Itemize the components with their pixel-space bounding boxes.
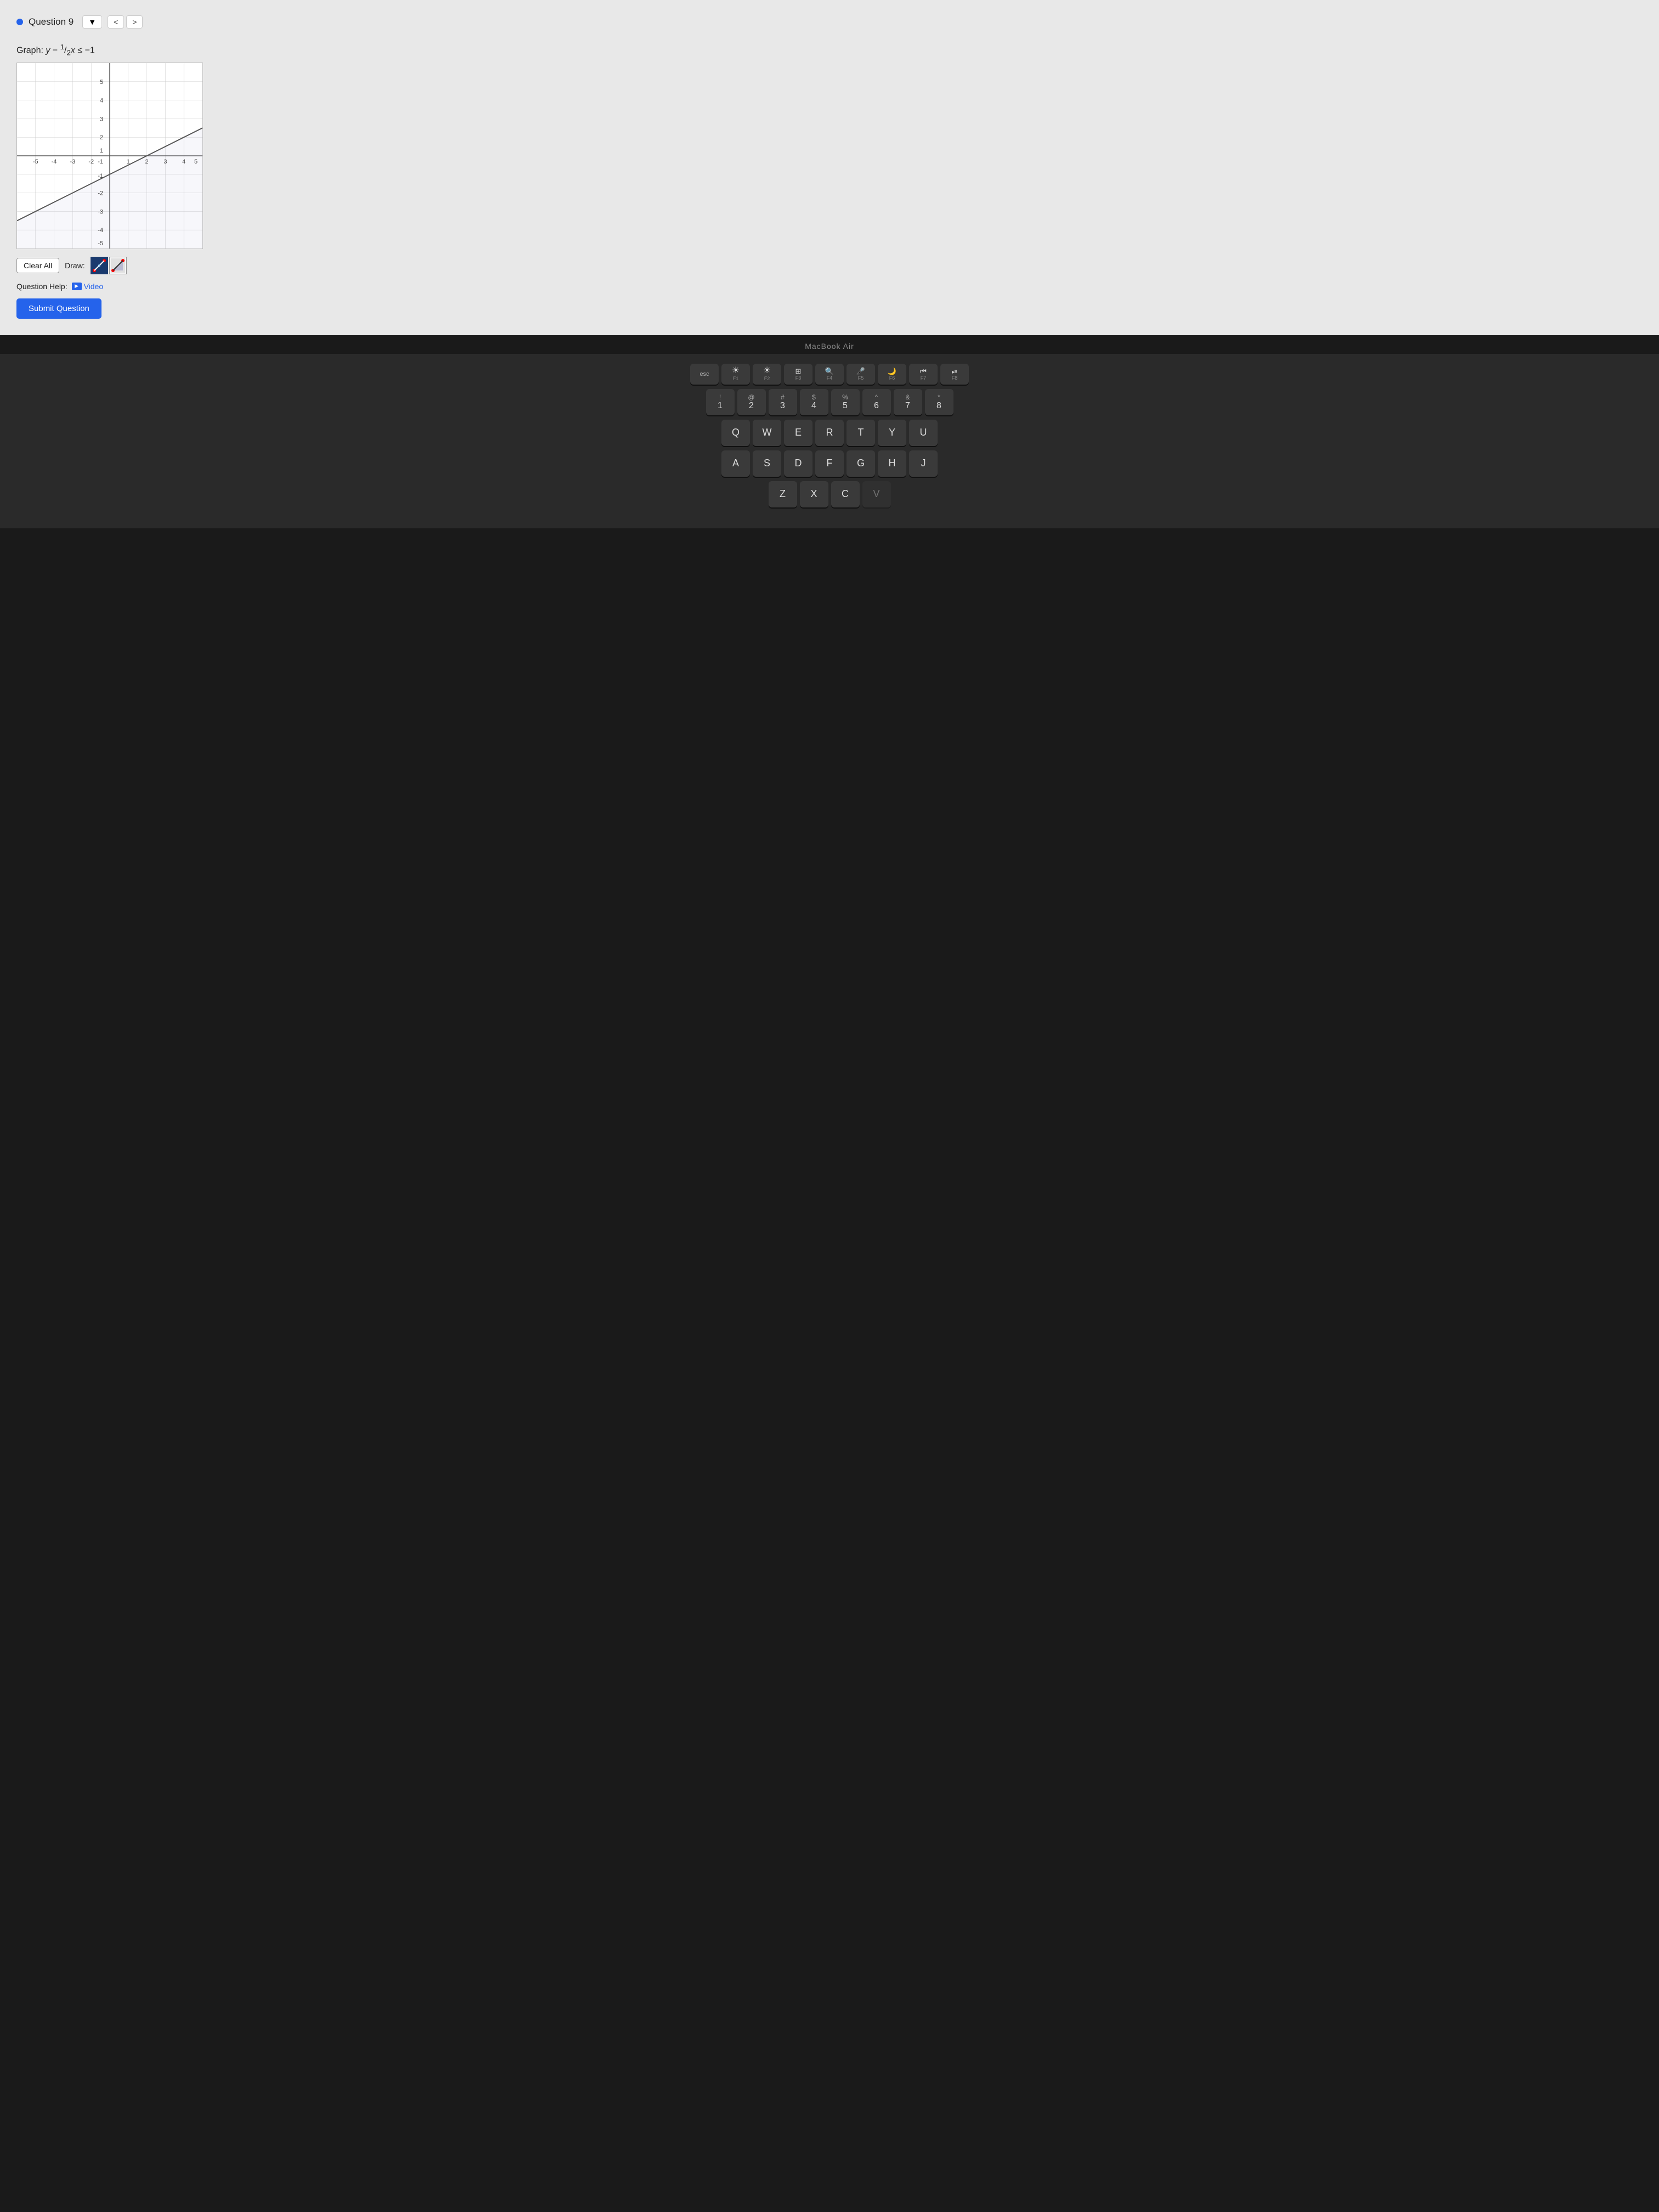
question-dropdown[interactable]: ▼ (82, 15, 102, 29)
question-nav: Question 9 ▼ < > (16, 11, 1643, 33)
key-y[interactable]: Y (878, 420, 906, 446)
key-e[interactable]: E (784, 420, 812, 446)
key-x[interactable]: X (800, 481, 828, 507)
key-5[interactable]: % 5 (831, 389, 860, 415)
graph-svg: -5 -4 -3 -2 -1 1 2 3 4 5 5 4 3 2 1 -1 -2… (17, 63, 202, 249)
screen-area: Question 9 ▼ < > Graph: y − 1/2x ≤ −1 (0, 0, 1659, 335)
svg-text:1: 1 (127, 158, 130, 165)
key-w[interactable]: W (753, 420, 781, 446)
key-q[interactable]: Q (721, 420, 750, 446)
draw-tools (91, 257, 127, 274)
key-d[interactable]: D (784, 450, 812, 477)
key-z[interactable]: Z (769, 481, 797, 507)
key-f3[interactable]: ⊞ F3 (784, 364, 812, 385)
key-1[interactable]: ! 1 (706, 389, 735, 415)
svg-text:4: 4 (100, 97, 103, 104)
video-icon: ▶ (72, 283, 82, 290)
key-f4[interactable]: 🔍 F4 (815, 364, 844, 385)
num-key-row: ! 1 @ 2 # 3 $ 4 % 5 ^ 6 & 7 * 8 (5, 389, 1654, 415)
svg-text:-2: -2 (88, 158, 94, 165)
key-f7[interactable]: ⏮ F7 (909, 364, 938, 385)
keyboard-area: esc ☀ F1 ☀ F2 ⊞ F3 🔍 F4 🎤 F5 🌙 F6 ⏮ F7 (0, 354, 1659, 528)
clear-all-button[interactable]: Clear All (16, 258, 59, 273)
svg-text:-3: -3 (98, 208, 103, 215)
svg-text:-4: -4 (52, 158, 57, 165)
key-7[interactable]: & 7 (894, 389, 922, 415)
svg-text:-3: -3 (70, 158, 76, 165)
question-dot (16, 19, 23, 25)
draw-tool-region[interactable] (109, 257, 127, 274)
svg-text:4: 4 (182, 158, 185, 165)
svg-text:-5: -5 (33, 158, 38, 165)
svg-text:-5: -5 (98, 240, 103, 247)
svg-text:2: 2 (145, 158, 149, 165)
svg-text:-1: -1 (98, 172, 103, 179)
key-f5[interactable]: 🎤 F5 (847, 364, 875, 385)
graph-container[interactable]: -5 -4 -3 -2 -1 1 2 3 4 5 5 4 3 2 1 -1 -2… (16, 63, 203, 249)
graph-instruction: Graph: y − 1/2x ≤ −1 (16, 43, 1643, 57)
key-f2[interactable]: ☀ F2 (753, 364, 781, 385)
prev-question-button[interactable]: < (108, 15, 124, 29)
svg-text:-4: -4 (98, 227, 103, 234)
svg-text:5: 5 (100, 78, 103, 85)
question-title: Question 9 (29, 16, 74, 27)
key-s[interactable]: S (753, 450, 781, 477)
key-3[interactable]: # 3 (769, 389, 797, 415)
key-g[interactable]: G (847, 450, 875, 477)
a-key-row: A S D F G H J (5, 450, 1654, 477)
key-8[interactable]: * 8 (925, 389, 953, 415)
next-question-button[interactable]: > (126, 15, 143, 29)
key-u[interactable]: U (909, 420, 938, 446)
draw-tool-line[interactable] (91, 257, 108, 274)
svg-text:-1: -1 (98, 158, 103, 165)
key-f8[interactable]: ⏯ F8 (940, 364, 969, 385)
key-6[interactable]: ^ 6 (862, 389, 891, 415)
draw-label: Draw: (65, 261, 85, 270)
key-t[interactable]: T (847, 420, 875, 446)
key-f[interactable]: F (815, 450, 844, 477)
key-f6[interactable]: 🌙 F6 (878, 364, 906, 385)
svg-text:2: 2 (100, 134, 103, 141)
key-4[interactable]: $ 4 (800, 389, 828, 415)
nav-arrows: < > (108, 15, 143, 29)
key-2[interactable]: @ 2 (737, 389, 766, 415)
key-c[interactable]: C (831, 481, 860, 507)
svg-text:5: 5 (194, 158, 198, 165)
key-f1[interactable]: ☀ F1 (721, 364, 750, 385)
key-h[interactable]: H (878, 450, 906, 477)
video-label: Video (84, 282, 104, 291)
svg-text:3: 3 (100, 116, 103, 122)
question-help: Question Help: ▶ Video (16, 282, 1643, 291)
svg-text:1: 1 (100, 148, 103, 154)
macbook-label: MacBook Air (0, 335, 1659, 354)
submit-question-button[interactable]: Submit Question (16, 298, 101, 319)
key-r[interactable]: R (815, 420, 844, 446)
svg-text:-2: -2 (98, 190, 103, 196)
q-key-row: Q W E R T Y U (5, 420, 1654, 446)
key-j[interactable]: J (909, 450, 938, 477)
key-a[interactable]: A (721, 450, 750, 477)
z-key-row: Z X C V (5, 481, 1654, 507)
fn-key-row: esc ☀ F1 ☀ F2 ⊞ F3 🔍 F4 🎤 F5 🌙 F6 ⏮ F7 (5, 364, 1654, 385)
key-esc[interactable]: esc (690, 364, 719, 385)
controls-row: Clear All Draw: (16, 257, 1643, 274)
video-link[interactable]: ▶ Video (72, 282, 104, 291)
key-v[interactable]: V (862, 481, 891, 507)
svg-text:3: 3 (163, 158, 167, 165)
help-label: Question Help: (16, 282, 67, 291)
